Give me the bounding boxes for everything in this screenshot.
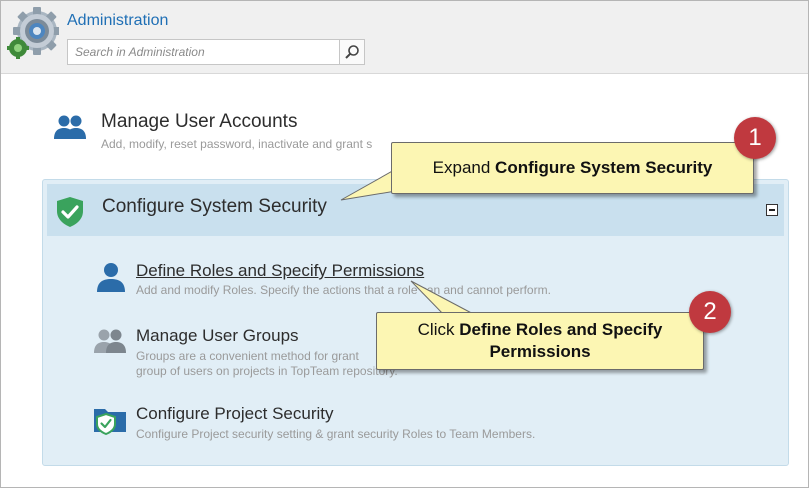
page-title: Administration	[67, 12, 169, 29]
shield-icon	[57, 197, 83, 227]
admin-window: Administration Manage User Accounts Add,…	[0, 0, 809, 488]
user-group-icon	[94, 329, 126, 353]
manage-user-groups-description-line1: Groups are a convenient method for grant	[136, 349, 359, 363]
callout-2-bold-1: Define Roles and Specify	[459, 320, 663, 339]
gear-icon	[7, 7, 59, 59]
callout-2-prefix: Click	[417, 320, 460, 339]
configure-project-security-link[interactable]: Configure Project Security	[136, 404, 333, 424]
callout-2-bold-2: Permissions	[489, 342, 591, 361]
configure-project-security-description: Configure Project security setting & gra…	[136, 427, 536, 441]
search-input[interactable]	[68, 40, 338, 64]
users-icon	[54, 115, 86, 139]
header: Administration	[1, 1, 808, 74]
define-roles-description: Add and modify Roles. Specify the action…	[136, 283, 551, 297]
define-roles-link[interactable]: Define Roles and Specify Permissions	[136, 261, 424, 281]
minus-icon	[769, 209, 775, 211]
manage-user-groups-link[interactable]: Manage User Groups	[136, 326, 299, 346]
configure-system-security-title[interactable]: Configure System Security	[102, 196, 327, 218]
manage-user-accounts-description: Add, modify, reset password, inactivate …	[101, 137, 373, 151]
callout-1-prefix: Expand	[432, 158, 496, 177]
callout-1-bold: Configure System Security	[495, 158, 713, 177]
project-security-icon	[94, 409, 126, 436]
search-button[interactable]	[339, 40, 364, 64]
callout-click-define-roles: Click Define Roles and Specify Permissio…	[376, 312, 704, 370]
collapse-button[interactable]	[766, 204, 778, 216]
manage-user-accounts-link[interactable]: Manage User Accounts	[101, 111, 297, 133]
step-badge-2: 2	[689, 291, 731, 333]
user-icon	[97, 263, 125, 292]
step-badge-1: 1	[734, 117, 776, 159]
callout-expand-security: Expand Configure System Security	[391, 142, 754, 194]
manage-user-groups-description-line2: group of users on projects in TopTeam re…	[136, 364, 398, 378]
search-icon	[345, 45, 359, 59]
search-box	[67, 39, 365, 65]
